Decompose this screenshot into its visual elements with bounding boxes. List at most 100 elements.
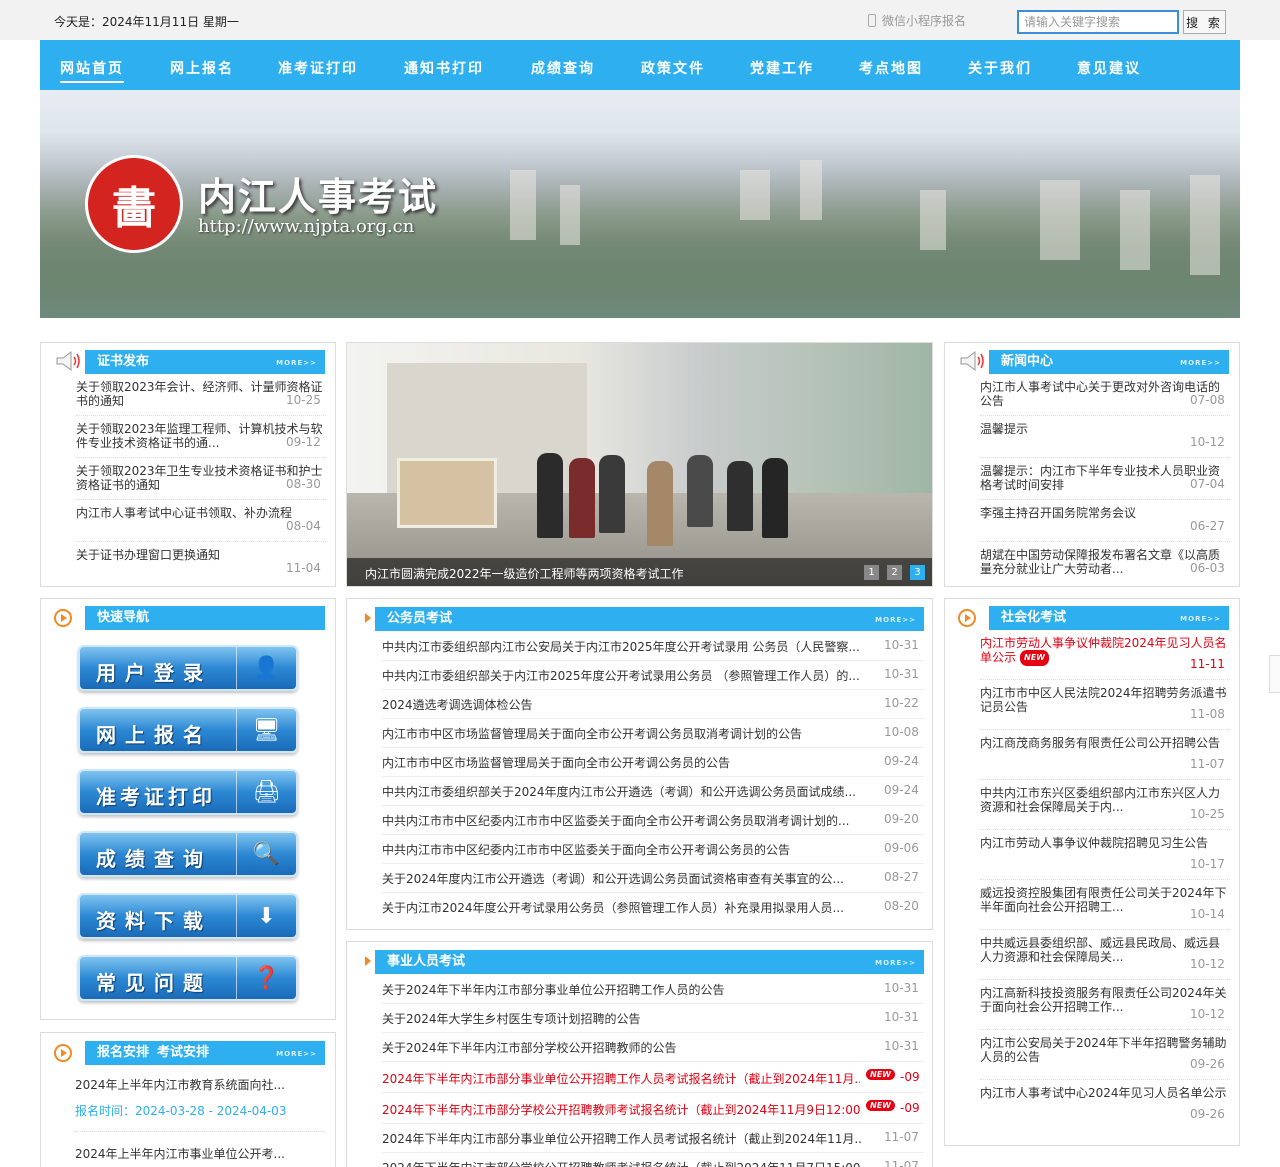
table-row[interactable]: 关于2024年下半年内江市部分事业单位公开招聘工作人员的公告 [382, 981, 862, 998]
certificate-more-link[interactable]: MORE>> [276, 351, 317, 375]
row-date: -09 [900, 1070, 920, 1084]
faq-button[interactable]: 常见问题 ❓ [78, 955, 298, 1001]
social-exam-more-link[interactable]: MORE>> [1180, 607, 1221, 631]
table-row[interactable]: 关于2024年大学生乡村医生专项计划招聘的公告 [382, 1010, 862, 1027]
table-row[interactable]: 2024年下半年内江市部分事业单位公开招聘工作人员考试报名统计（截止到2024年… [382, 1070, 860, 1087]
table-row[interactable]: 2024年下半年内江市部分学校公开招聘教师考试报名统计（截止到2024年11月7… [382, 1159, 862, 1167]
score-query-button[interactable]: 成绩查询 🔍 [78, 831, 298, 877]
today-date: 今天是：2024年11月11日 星期一 [54, 15, 239, 29]
list-item[interactable]: 内江商茂商务服务有限责任公司公开招聘公告 [980, 736, 1230, 750]
phone-icon [868, 14, 876, 27]
certificate-title: 证书发布 [97, 354, 150, 369]
table-row[interactable]: 中共内江市委组织部内江市公安局关于内江市2025年度公开考试录用 公务员（人民警… [382, 638, 862, 655]
megaphone-icon [56, 351, 80, 371]
admission-ticket-print-button[interactable]: 准考证打印 🖨 [78, 769, 298, 815]
nav-policy-docs[interactable]: 政策文件 [641, 58, 705, 78]
list-item[interactable]: 内江市人事考试中心证书领取、补办流程 [76, 506, 326, 520]
row-date: 09-20 [884, 812, 919, 826]
institution-more-link[interactable]: MORE>> [875, 951, 916, 975]
civil-servant-title: 公务员考试 [387, 611, 453, 626]
schedule-time: 报名时间：2024-03-28 - 2024-04-03 [75, 1104, 287, 1118]
search-button[interactable]: 搜 索 [1183, 10, 1226, 34]
certificate-header: 证书发布 MORE>> [85, 350, 325, 374]
table-row[interactable]: 2024年下半年内江市部分学校公开招聘教师考试报名统计（截止到2024年11月9… [382, 1101, 860, 1118]
tab-exam-schedule[interactable]: 考试安排 [157, 1041, 209, 1065]
download-icon: ⬇ [257, 903, 276, 929]
table-row[interactable]: 关于2024年下半年内江市部分学校公开招聘教师的公告 [382, 1039, 862, 1056]
download-button[interactable]: 资料下载 ⬇ [78, 893, 298, 939]
row-date: 08-27 [884, 870, 919, 884]
nav-score-query[interactable]: 成绩查询 [531, 58, 595, 78]
social-exam-panel: 社会化考试 MORE>> 内江市劳动人事争议仲裁院2024年见习人员名单公示 NE… [944, 598, 1240, 1146]
nav-notice-print[interactable]: 通知书打印 [404, 58, 484, 78]
side-scroll-tab[interactable] [1269, 655, 1280, 693]
schedule-panel: 报名安排 考试安排 MORE>> 2024年上半年内江市教育系统面向社... 报… [40, 1032, 336, 1167]
list-item-date: 10-12 [1190, 957, 1225, 971]
schedule-more-link[interactable]: MORE>> [276, 1042, 317, 1066]
new-badge: NEW [866, 1069, 895, 1080]
list-item-date: 11-08 [1190, 707, 1225, 721]
row-date: 10-31 [884, 1039, 919, 1053]
main-nav: 网站首页 网上报名 准考证打印 通知书打印 成绩查询 政策文件 党建工作 考点地… [40, 40, 1240, 90]
news-more-link[interactable]: MORE>> [1180, 351, 1221, 375]
nav-about-us[interactable]: 关于我们 [968, 58, 1032, 78]
schedule-header: 报名安排 考试安排 MORE>> [85, 1041, 325, 1065]
tab-registration-schedule[interactable]: 报名安排 [97, 1041, 149, 1065]
nav-online-registration[interactable]: 网上报名 [170, 58, 234, 78]
nav-exam-map[interactable]: 考点地图 [859, 58, 923, 78]
slider-dot-1[interactable]: 1 [864, 565, 879, 580]
news-title: 新闻中心 [1001, 354, 1054, 369]
row-date: 09-06 [884, 841, 919, 855]
row-date: 10-08 [884, 725, 919, 739]
row-date: 10-22 [884, 696, 919, 710]
table-row[interactable]: 关于内江市2024年度公开考试录用公务员（参照管理工作人员）补充录用拟录用人员.… [382, 899, 862, 916]
table-row[interactable]: 2024遴选考调选调体检公告 [382, 696, 862, 713]
list-item[interactable]: 关于证书办理窗口更换通知 [76, 548, 326, 562]
slider-dot-2[interactable]: 2 [887, 565, 902, 580]
nav-admission-ticket[interactable]: 准考证打印 [278, 58, 358, 78]
table-row[interactable]: 中共内江市市中区纪委内江市市中区监委关于面向全市公开考调公务员的公告 [382, 841, 862, 858]
list-item[interactable]: 内江市人事考试中心2024年见习人员名单公示 [980, 1086, 1230, 1100]
list-item[interactable]: 2024年上半年内江市事业单位公开考... [75, 1147, 325, 1161]
list-item[interactable]: 温馨提示 [980, 422, 1230, 436]
list-item-date: 07-08 [1190, 393, 1225, 407]
table-row[interactable]: 内江市市中区市场监督管理局关于面向全市公开考调公务员的公告 [382, 754, 862, 771]
table-row[interactable]: 关于2024年度内江市公开遴选（考调）和公开选调公务员面试资格审查有关事宜的公.… [382, 870, 862, 887]
table-row[interactable]: 中共内江市委组织部关于内江市2025年度公开考试录用公务员 （参照管理工作人员）… [382, 667, 862, 684]
list-item-date: 11-07 [1190, 757, 1225, 771]
list-item-date: 08-30 [286, 477, 321, 491]
nav-party-work[interactable]: 党建工作 [750, 58, 814, 78]
slider-caption[interactable]: 内江市圆满完成2022年一级造价工程师等两项资格考试工作 [365, 565, 684, 582]
table-row[interactable]: 中共内江市市中区纪委内江市市中区监委关于面向全市公开考调公务员取消考调计划的..… [382, 812, 862, 829]
new-badge: NEW [1020, 650, 1049, 666]
list-item-date: 09-26 [1190, 1057, 1225, 1071]
table-row[interactable]: 2024年下半年内江市部分事业单位公开招聘工作人员考试报名统计（截止到2024年… [382, 1130, 862, 1147]
megaphone-icon [960, 351, 984, 371]
row-date: 10-31 [884, 981, 919, 995]
table-row[interactable]: 内江市市中区市场监督管理局关于面向全市公开考调公务员取消考调计划的公告 [382, 725, 862, 742]
list-item-date: 10-12 [1190, 435, 1225, 449]
photo-slider[interactable]: 内江市圆满完成2022年一级造价工程师等两项资格考试工作 1 2 3 [346, 342, 933, 587]
list-item[interactable]: 内江市劳动人事争议仲裁院招聘见习生公告 [980, 836, 1230, 850]
list-item[interactable]: 2024年上半年内江市教育系统面向社... [75, 1078, 325, 1092]
row-date: -09 [900, 1101, 920, 1115]
list-item-date: 07-04 [1190, 477, 1225, 491]
list-item-date: 08-04 [286, 519, 321, 533]
user-login-button[interactable]: 用户登录 👤 [78, 645, 298, 691]
slider-dot-3[interactable]: 3 [910, 565, 925, 580]
institution-panel: 事业人员考试 MORE>> 关于2024年下半年内江市部分事业单位公开招聘工作人… [346, 941, 933, 1167]
list-item[interactable]: 李强主持召开国务院常务会议 [980, 506, 1230, 520]
certificate-panel: 证书发布 MORE>> 关于领取2023年会计、经济师、计量师资格证书的通知 1… [40, 342, 336, 587]
nav-home[interactable]: 网站首页 [60, 58, 124, 83]
list-item-date: 11-11 [1190, 657, 1225, 671]
row-date: 10-31 [884, 638, 919, 652]
institution-header: 事业人员考试 MORE>> [375, 950, 924, 974]
table-row[interactable]: 中共内江市委组织部关于2024年度内江市公开遴选（考调）和公开选调公务员面试成绩… [382, 783, 862, 800]
online-registration-button[interactable]: 网上报名 🖥 [78, 707, 298, 753]
nav-feedback[interactable]: 意见建议 [1077, 58, 1141, 78]
list-item-date: 10-12 [1190, 1007, 1225, 1021]
search-input[interactable] [1017, 10, 1179, 34]
civil-servant-more-link[interactable]: MORE>> [875, 608, 916, 632]
miniapp-link[interactable]: 微信小程序报名 [868, 12, 966, 29]
list-item-date: 10-25 [1190, 807, 1225, 821]
